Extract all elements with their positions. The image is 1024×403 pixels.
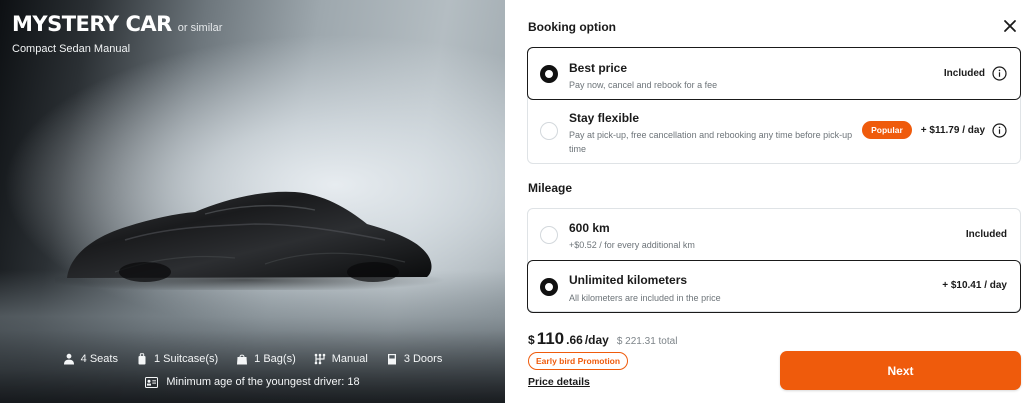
close-button[interactable]: [1002, 18, 1018, 34]
option-title: 600 km: [569, 221, 610, 235]
min-age-info: Minimum age of the youngest driver: 18: [0, 376, 505, 388]
radio-unlimited-km[interactable]: [540, 278, 558, 296]
radio-best-price[interactable]: [540, 65, 558, 83]
price-details-link[interactable]: Price details: [528, 376, 590, 388]
spec-transmission-label: Manual: [331, 353, 368, 365]
price-currency: $: [528, 333, 535, 347]
hero-bottom-fade: [0, 330, 505, 403]
spec-doors-label: 3 Doors: [403, 353, 443, 365]
option-price: Included: [944, 66, 1007, 81]
booking-options-group: Best price Pay now, cancel and rebook fo…: [527, 47, 1021, 164]
spec-suitcases-label: 1 Suitcase(s): [153, 353, 219, 365]
option-title: Best price: [569, 61, 628, 75]
option-600km[interactable]: 600 km +$0.52 / for every additional km …: [528, 209, 1020, 261]
option-desc: All kilometers are included in the price: [569, 293, 721, 303]
spec-seats-label: 4 Seats: [80, 353, 118, 365]
option-desc: +$0.52 / for every additional km: [569, 240, 695, 250]
price-decimal: .66: [566, 333, 583, 347]
option-best-price[interactable]: Best price Pay now, cancel and rebook fo…: [527, 47, 1021, 100]
spec-suitcases: 1 Suitcase(s): [136, 353, 218, 365]
suitcase-icon: [138, 353, 146, 365]
info-icon[interactable]: [992, 66, 1007, 81]
option-desc: Pay now, cancel and rebook for a fee: [569, 80, 718, 90]
option-title: Stay flexible: [569, 111, 640, 125]
option-price: + $10.41 / day: [942, 280, 1007, 291]
option-stay-flexible[interactable]: Stay flexible Pay at pick-up, free cance…: [528, 99, 1020, 163]
option-price-label: Included: [943, 68, 985, 79]
mileage-title: Mileage: [528, 181, 573, 195]
spec-bags-label: 1 Bag(s): [254, 353, 296, 365]
spec-bags: 1 Bag(s): [236, 353, 296, 365]
price-per-day: /day: [584, 333, 609, 347]
promotion-badge: Early bird Promotion: [528, 352, 629, 370]
booking-option-title: Booking option: [528, 20, 616, 34]
spec-doors: 3 Doors: [386, 353, 443, 365]
info-icon[interactable]: [992, 122, 1007, 138]
radio-stay-flexible[interactable]: [540, 122, 558, 140]
popular-badge: Popular: [862, 121, 912, 139]
car-name-suffix: or similar: [177, 22, 223, 34]
bag-icon: [237, 354, 248, 365]
option-price-label: Included: [965, 229, 1007, 240]
price-integer: 110: [536, 329, 565, 348]
price-total: $ 221.31 total: [616, 336, 678, 347]
close-icon: [1004, 20, 1016, 32]
gearshift-icon: [314, 353, 326, 365]
car-category: Compact Sedan Manual: [12, 43, 131, 55]
min-age-label: Minimum age of the youngest driver: 18: [166, 376, 360, 388]
car-title: MYSTERY CAR or similar: [12, 12, 222, 36]
option-price: Popular + $11.79 / day: [862, 121, 1007, 139]
radio-600km[interactable]: [540, 226, 558, 244]
option-unlimited-km[interactable]: Unlimited kilometers All kilometers are …: [527, 260, 1021, 313]
car-specs: 4 Seats 1 Suitcase(s) 1 Bag(s) Manual 3 …: [0, 353, 505, 365]
covered-car-image: [55, 191, 445, 290]
option-price-label: + $10.41 / day: [942, 280, 1007, 291]
next-button[interactable]: Next: [780, 351, 1021, 390]
price-summary: $ 110 .66 /day $ 221.31 total: [528, 329, 677, 349]
option-price: Included: [966, 229, 1007, 240]
spec-transmission: Manual: [314, 353, 368, 365]
car-name: MYSTERY CAR: [12, 12, 172, 36]
option-price-label: + $11.79 / day: [920, 124, 985, 136]
option-desc: Pay at pick-up, free cancellation and re…: [569, 130, 853, 154]
id-card-icon: [145, 376, 159, 388]
car-hero: MYSTERY CAR or similar Compact Sedan Man…: [0, 0, 505, 403]
mileage-options-group: 600 km +$0.52 / for every additional km …: [527, 208, 1021, 313]
spec-seats: 4 Seats: [63, 353, 118, 365]
door-icon: [387, 354, 396, 365]
booking-panel: Booking option Best price Pay now, cance…: [505, 0, 1024, 403]
person-icon: [63, 353, 74, 365]
option-title: Unlimited kilometers: [569, 273, 688, 287]
